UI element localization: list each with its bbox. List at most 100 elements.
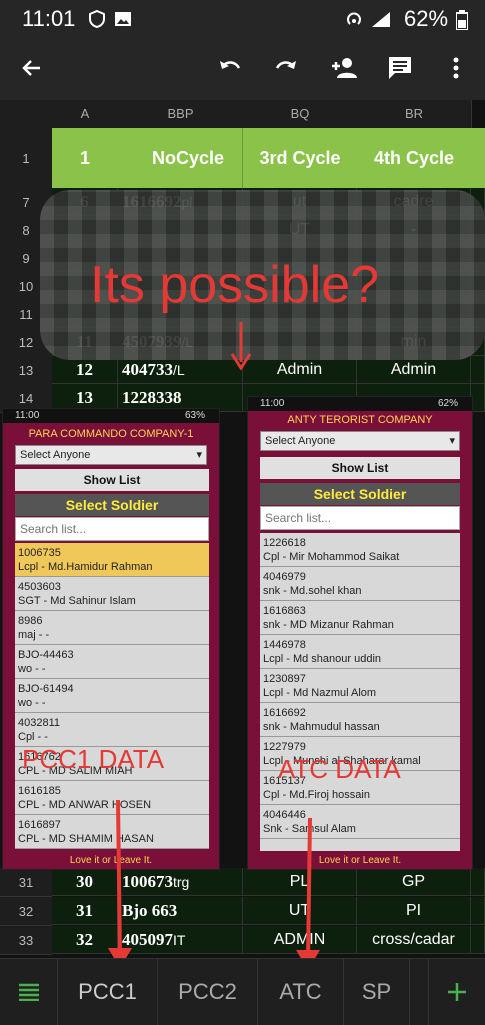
cell-a[interactable]: 12 (52, 356, 118, 384)
down-arrow-overlay (226, 322, 256, 371)
phone-screenshot-atc: 11:00 62% ANTY TERORIST COMPANY Select An… (247, 396, 473, 870)
add-sheet-icon[interactable] (428, 959, 485, 1025)
undo-icon[interactable] (214, 52, 246, 84)
list-item[interactable]: 1006735 Lcpl - Md.Hamidur Rahman (15, 543, 209, 577)
select-dropdown[interactable]: Select Anyone ▾ (260, 431, 460, 451)
soldier-id: 4503603 (18, 581, 61, 593)
cell-bp-value: IT (173, 931, 186, 948)
soldier-id: 1227979 (263, 741, 306, 753)
pcc1-data-label: PCC1 DATA (22, 744, 165, 774)
app-title: PARA COMMANDO COMPANY-1 (28, 428, 194, 440)
header-cell-bq[interactable]: 3rd Cycle (243, 128, 358, 188)
cell-next[interactable] (471, 897, 485, 925)
sheet-tabs-bar: PCC1 PCC2 ATC SP (0, 958, 485, 1025)
phone-time: 11:00 (15, 410, 40, 421)
show-list-button[interactable]: Show List (15, 469, 209, 491)
cell-br[interactable]: Admin (357, 356, 471, 384)
cell-next[interactable] (471, 356, 485, 384)
dropdown-arrow-icon: ▾ (449, 435, 455, 447)
list-item[interactable]: 1616863 snk - MD Mizanur Rahman (260, 601, 460, 635)
row-header[interactable]: 31 (0, 868, 52, 897)
soldier-name: Cpl - - (18, 731, 48, 743)
list-item[interactable]: 4503603 SGT - Md Sahinur Islam (15, 577, 209, 611)
search-input[interactable] (15, 517, 209, 541)
select-dropdown[interactable]: Select Anyone ▾ (15, 445, 207, 465)
column-header-bq[interactable]: BQ (243, 100, 358, 128)
phone-status: 11:00 63% (3, 409, 219, 423)
atc-data-label: ATC DATA (278, 754, 401, 784)
corner-cell[interactable] (0, 100, 53, 128)
tab-pcc2[interactable]: PCC2 (158, 959, 258, 1025)
list-item[interactable]: 8986 maj - - (15, 611, 209, 645)
tab-sp[interactable]: SP (344, 959, 410, 1025)
list-item[interactable]: 1230897 Lcpl - Md Nazmul Alom (260, 669, 460, 703)
row-header[interactable]: 33 (0, 926, 52, 955)
search-input[interactable] (260, 506, 460, 530)
cell-br[interactable]: cross/cadar (357, 926, 471, 954)
soldier-list[interactable]: 1226618 Cpl - Mir Mohammod Saikat 4046979 s… (260, 533, 460, 851)
soldier-id: 4032811 (18, 717, 61, 729)
soldier-id: 1616863 (263, 605, 306, 617)
tab-pcc1[interactable]: PCC1 (58, 959, 158, 1025)
column-header-a[interactable]: A (52, 100, 119, 128)
row-header[interactable]: 32 (0, 897, 52, 926)
tab-atc[interactable]: ATC (258, 959, 344, 1025)
soldier-id: 8986 (18, 615, 43, 627)
select-soldier-heading: Select Soldier (15, 494, 209, 516)
redo-icon[interactable] (270, 52, 302, 84)
header-cell-b[interactable]: NoCycle (118, 128, 243, 188)
row-header[interactable]: 1 (0, 128, 52, 189)
cell-next[interactable] (471, 384, 485, 412)
more-vert-icon[interactable] (440, 52, 472, 84)
battery-percent: 62% (404, 6, 449, 31)
image-icon (114, 10, 132, 28)
header-cell-next[interactable] (471, 128, 485, 188)
row-header[interactable]: 13 (0, 356, 52, 385)
soldier-name: wo - - (18, 663, 46, 675)
dropdown-arrow-icon: ▾ (196, 449, 202, 461)
show-list-button[interactable]: Show List (260, 457, 460, 479)
header-cell-a[interactable]: 1 (52, 128, 119, 188)
cell-bq[interactable]: Admin (243, 356, 357, 384)
list-item[interactable]: BJO-61494 wo - - (15, 679, 209, 713)
cell-b[interactable]: 404733/L (118, 356, 243, 384)
list-item[interactable]: 4046979 snk - Md.sohel khan (260, 567, 460, 601)
cell-next[interactable] (471, 868, 485, 896)
soldier-name: snk - Md.sohel khan (263, 585, 362, 597)
phone-status: 11:00 62% (248, 397, 472, 411)
header-cell-br[interactable]: 4th Cycle (357, 128, 472, 188)
column-header-b[interactable]: BBP (118, 100, 244, 128)
phone-battery: 63% (184, 410, 205, 421)
soldier-id: BJO-44463 (18, 649, 74, 661)
cell-b-value: 404733 (122, 359, 173, 379)
status-bar: 11:01 62% (0, 0, 485, 38)
status-time: 11:01 (22, 6, 76, 31)
column-header-br[interactable]: BR (357, 100, 472, 128)
list-item[interactable]: 1226618 Cpl - Mir Mohammod Saikat (260, 533, 460, 567)
battery-icon (455, 10, 474, 31)
column-header-bp-label: BP (176, 106, 194, 121)
soldier-name: snk - MD Mizanur Rahman (263, 619, 394, 631)
soldier-name: snk - Mahmudul hassan (263, 721, 380, 733)
cell-next[interactable] (471, 926, 485, 954)
soldier-id: 1446978 (263, 639, 306, 651)
all-sheets-menu-icon[interactable] (0, 959, 58, 1025)
soldier-id: BJO-61494 (18, 683, 74, 695)
list-item[interactable]: BJO-44463 wo - - (15, 645, 209, 679)
add-person-icon[interactable] (328, 52, 360, 84)
soldier-id: 1230897 (263, 673, 306, 685)
cell-b-value: 1228338 (122, 387, 182, 407)
list-item[interactable]: 1616692 snk - Mahmudul hassan (260, 703, 460, 737)
list-item[interactable]: 4032811 Cpl - - (15, 713, 209, 747)
soldier-id: 1006735 (18, 547, 61, 559)
cell-br[interactable]: PI (357, 897, 471, 925)
overlay-question: Its possible? (90, 256, 380, 314)
soldier-name: maj - - (18, 629, 50, 641)
soldier-name: Lcpl - Md Nazmul Alom (263, 687, 377, 699)
comment-icon[interactable] (384, 52, 416, 84)
cell-br[interactable]: GP (357, 868, 471, 896)
list-item[interactable]: 1446978 Lcpl - Md shanour uddin (260, 635, 460, 669)
column-header-b-label: B (167, 106, 177, 121)
back-arrow-icon[interactable] (16, 52, 48, 84)
soldier-name: wo - - (18, 697, 46, 709)
